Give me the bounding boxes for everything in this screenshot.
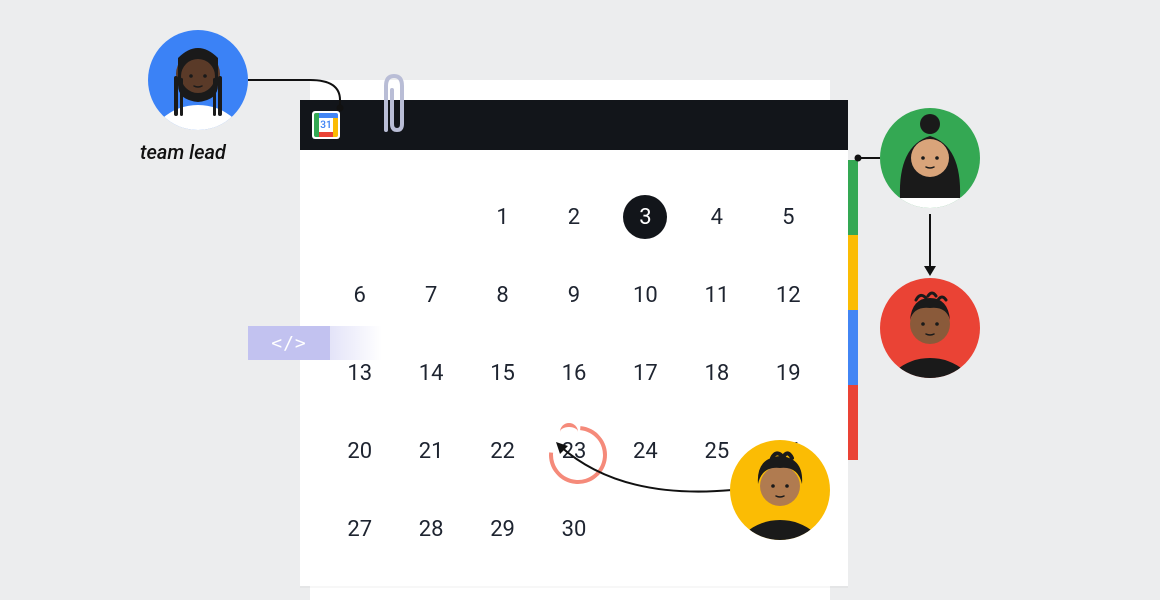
avatar-member-yellow [730,440,830,540]
tab-yellow [848,235,858,310]
calendar-day-10[interactable]: 10 [623,273,667,317]
side-tabs [848,160,858,460]
calendar-day-18[interactable]: 18 [695,351,739,395]
calendar-day-20[interactable]: 20 [338,429,382,473]
avatar-member-green [880,108,980,208]
calendar-day-17[interactable]: 17 [623,351,667,395]
calendar-day-12[interactable]: 12 [766,273,810,317]
calendar-day-15[interactable]: 15 [481,351,525,395]
avatar-team-lead [148,30,248,130]
calendar-header: 31 [300,100,848,150]
icon-day-number: 31 [312,111,340,139]
calendar-day-2[interactable]: 2 [552,195,596,239]
calendar-day-14[interactable]: 14 [409,351,453,395]
calendar-day-19[interactable]: 19 [766,351,810,395]
calendar-day-24[interactable]: 24 [623,429,667,473]
calendar-day-28[interactable]: 28 [409,507,453,551]
code-tag-text: </> [271,333,307,354]
calendar-day-30[interactable]: 30 [552,507,596,551]
calendar-day-7[interactable]: 7 [409,273,453,317]
code-tag-badge: </> [248,326,330,360]
calendar-day-23[interactable]: 23 [552,429,596,473]
calendar-day-4[interactable]: 4 [695,195,739,239]
calendar-day-9[interactable]: 9 [552,273,596,317]
calendar-day-8[interactable]: 8 [481,273,525,317]
calendar-day-11[interactable]: 11 [695,273,739,317]
tab-red [848,385,858,460]
calendar-day-27[interactable]: 27 [338,507,382,551]
google-calendar-icon: 31 [312,111,340,139]
calendar-day-1[interactable]: 1 [481,195,525,239]
avatar-member-red [880,278,980,378]
calendar-day-22[interactable]: 22 [481,429,525,473]
calendar-day-3[interactable]: 3 [623,195,667,239]
team-lead-label: team lead [140,140,226,164]
calendar-day-25[interactable]: 25 [695,429,739,473]
tab-green [848,160,858,235]
calendar-day-16[interactable]: 16 [552,351,596,395]
tab-blue [848,310,858,385]
calendar-day-6[interactable]: 6 [338,273,382,317]
calendar-day-29[interactable]: 29 [481,507,525,551]
calendar-day-21[interactable]: 21 [409,429,453,473]
calendar-day-5[interactable]: 5 [766,195,810,239]
